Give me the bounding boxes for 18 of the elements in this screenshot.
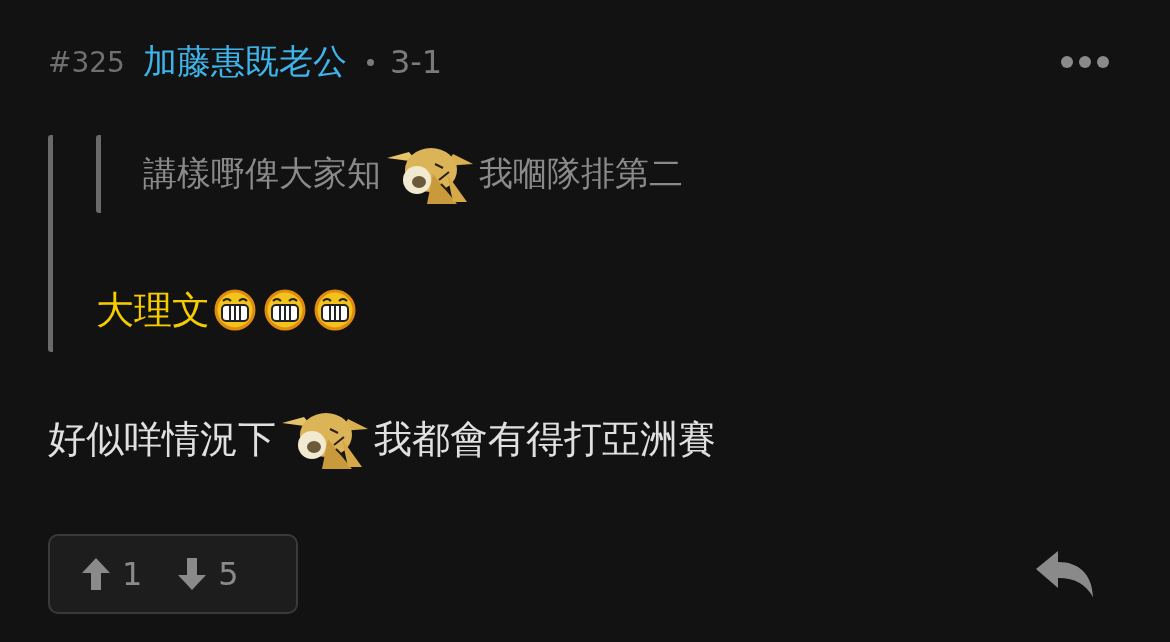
separator-dot	[366, 58, 374, 66]
grin-emoji-icon	[264, 289, 306, 331]
post-text: 我嗰隊排第二	[479, 152, 683, 195]
up-arrow-icon	[82, 558, 110, 590]
more-icon[interactable]	[1060, 55, 1110, 69]
highlighted-text: 大理文	[96, 286, 210, 334]
down-arrow-icon	[178, 558, 207, 590]
floor-number: #325	[48, 45, 125, 79]
username[interactable]: 加藤惠既老公	[142, 39, 347, 85]
upvote-button[interactable]: 1	[82, 555, 143, 593]
downvote-button[interactable]: 5	[178, 555, 239, 593]
post-text: 講樣嘢俾大家知	[143, 152, 381, 195]
post-text: 我都會有得打亞洲賽	[374, 415, 716, 463]
grin-emoji-icon	[314, 289, 356, 331]
post-text: 好似咩情況下	[48, 415, 276, 463]
reply-icon[interactable]	[1036, 551, 1094, 597]
post-time: 3-1	[389, 43, 443, 81]
grin-emoji-icon	[214, 289, 256, 331]
